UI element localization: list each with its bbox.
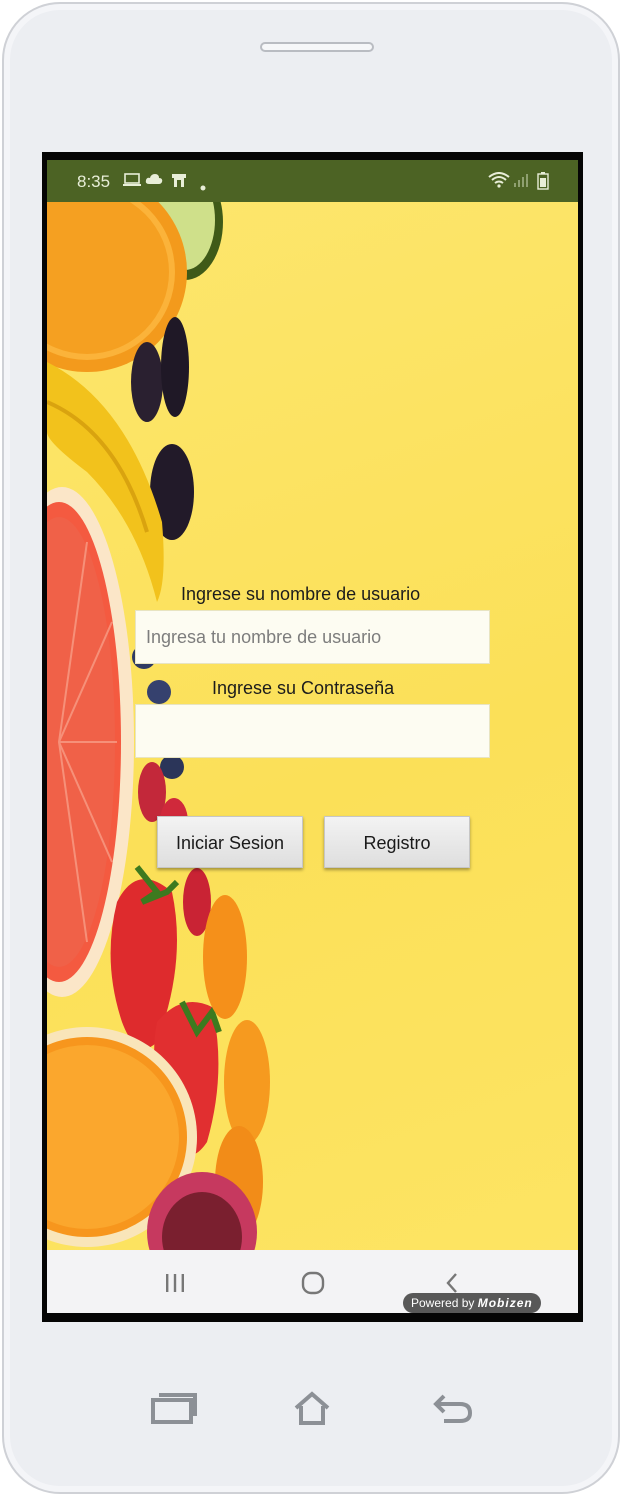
home-icon[interactable]: [293, 1266, 333, 1300]
dot-icon: [200, 178, 206, 196]
status-time: 8:35: [77, 172, 111, 191]
status-bar: 8:35: [47, 160, 578, 202]
username-label: Ingrese su nombre de usuario: [181, 584, 421, 604]
password-label: Ingrese su Contraseña: [212, 678, 395, 698]
password-input[interactable]: [136, 705, 489, 757]
back-hw-icon[interactable]: [426, 1386, 478, 1430]
cloud-icon: [145, 172, 163, 191]
battery-icon: [537, 172, 549, 195]
phone-screen: 8:35 Ingrese su nombre de usuario Ingres…: [47, 160, 578, 1313]
mobizen-watermark: Powered by Mobizen: [403, 1293, 541, 1313]
home-hw-icon[interactable]: [286, 1386, 338, 1430]
monitor-icon: [123, 172, 141, 193]
register-button[interactable]: Registro: [324, 816, 470, 868]
login-screen: Ingrese su nombre de usuario Ingrese su …: [47, 202, 578, 1250]
recent-apps-icon[interactable]: [155, 1266, 195, 1300]
speaker-grille: [260, 42, 374, 52]
recents-hw-icon[interactable]: [148, 1386, 200, 1430]
signal-icon: [513, 172, 529, 193]
wifi-icon: [488, 172, 510, 193]
watermark-brand: Mobizen: [477, 1296, 533, 1310]
password-field[interactable]: [135, 704, 490, 758]
username-input[interactable]: [136, 611, 489, 663]
login-button[interactable]: Iniciar Sesion: [157, 816, 303, 868]
username-field[interactable]: [135, 610, 490, 664]
watermark-prefix: Powered by: [411, 1296, 475, 1310]
store-icon: [171, 172, 187, 193]
